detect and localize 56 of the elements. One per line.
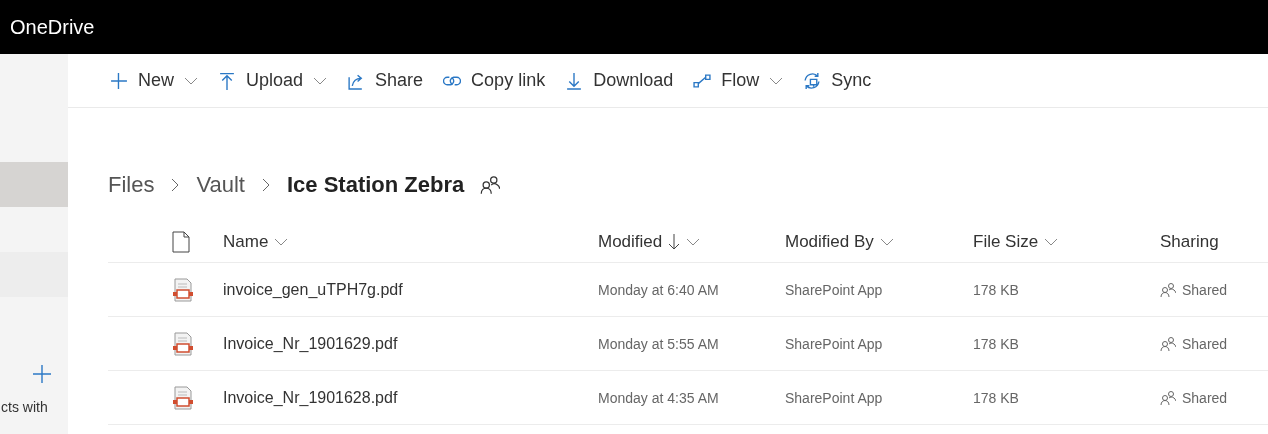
sidebar-text: cts with bbox=[1, 399, 49, 415]
sidebar-item[interactable] bbox=[0, 162, 68, 207]
sync-icon bbox=[803, 71, 822, 90]
file-size: 178 KB bbox=[973, 281, 1020, 298]
breadcrumb-current: Ice Station Zebra bbox=[286, 172, 465, 198]
column-header[interactable]: Name bbox=[223, 232, 598, 252]
people-icon bbox=[1160, 389, 1176, 406]
file-type-icon bbox=[172, 231, 190, 253]
chevron-icon bbox=[879, 238, 894, 246]
file-size: 178 KB bbox=[973, 335, 1020, 352]
file-size: 178 KB bbox=[973, 389, 1020, 406]
sharing-status: Shared bbox=[1182, 281, 1228, 298]
app-title: OneDrive bbox=[10, 15, 95, 39]
chevron-icon bbox=[313, 76, 328, 85]
flow-icon bbox=[693, 71, 712, 90]
flow-button[interactable]: Flow bbox=[687, 62, 790, 99]
breadcrumb-link[interactable]: Files bbox=[108, 172, 155, 198]
sharing-status: Shared bbox=[1182, 389, 1228, 406]
column-header[interactable]: Modified By bbox=[785, 232, 973, 252]
add-icon[interactable] bbox=[33, 365, 51, 383]
sort-down-icon bbox=[668, 233, 681, 251]
download-icon bbox=[565, 71, 584, 90]
sync-button[interactable]: Sync bbox=[797, 62, 878, 99]
share-button[interactable]: Share bbox=[341, 62, 430, 99]
file-name-link[interactable]: Invoice_Nr_1901628.pdf bbox=[223, 388, 598, 407]
chevron-right-icon bbox=[260, 177, 271, 193]
people-icon bbox=[1160, 335, 1176, 352]
file-name-link[interactable]: Invoice_Nr_1901629.pdf bbox=[223, 334, 598, 353]
modified-by: SharePoint App bbox=[785, 389, 884, 406]
file-name-link[interactable]: invoice_gen_uTPH7g.pdf bbox=[223, 280, 598, 299]
chevron-icon bbox=[1044, 238, 1059, 246]
upload-button[interactable]: Upload bbox=[212, 62, 334, 99]
sharing-status: Shared bbox=[1182, 335, 1228, 352]
chevron-right-icon bbox=[170, 177, 181, 193]
modified-date: Monday at 5:55 AM bbox=[598, 335, 720, 352]
pdf-file-icon bbox=[172, 385, 194, 410]
modified-by: SharePoint App bbox=[785, 335, 884, 352]
people-icon bbox=[1160, 281, 1176, 298]
chevron-icon bbox=[184, 76, 198, 85]
upload-icon bbox=[218, 71, 236, 90]
breadcrumb-link[interactable]: Vault bbox=[196, 172, 245, 198]
pdf-file-icon bbox=[172, 277, 194, 302]
chevron-icon bbox=[686, 238, 701, 246]
chevron-icon bbox=[274, 238, 289, 246]
modified-by: SharePoint App bbox=[785, 281, 884, 298]
modified-date: Monday at 6:40 AM bbox=[598, 281, 720, 298]
pdf-file-icon bbox=[172, 331, 194, 356]
modified-date: Monday at 4:35 AM bbox=[598, 389, 720, 406]
download-button[interactable]: Download bbox=[559, 62, 680, 99]
chevron-icon bbox=[769, 76, 784, 85]
new-icon bbox=[110, 71, 128, 90]
column-header[interactable]: Sharing bbox=[1160, 232, 1260, 252]
column-header[interactable]: File Size bbox=[973, 232, 1160, 252]
new-button[interactable]: New bbox=[104, 62, 204, 99]
column-header[interactable]: Modified bbox=[598, 232, 785, 252]
link-button[interactable]: Copy link bbox=[437, 62, 552, 99]
